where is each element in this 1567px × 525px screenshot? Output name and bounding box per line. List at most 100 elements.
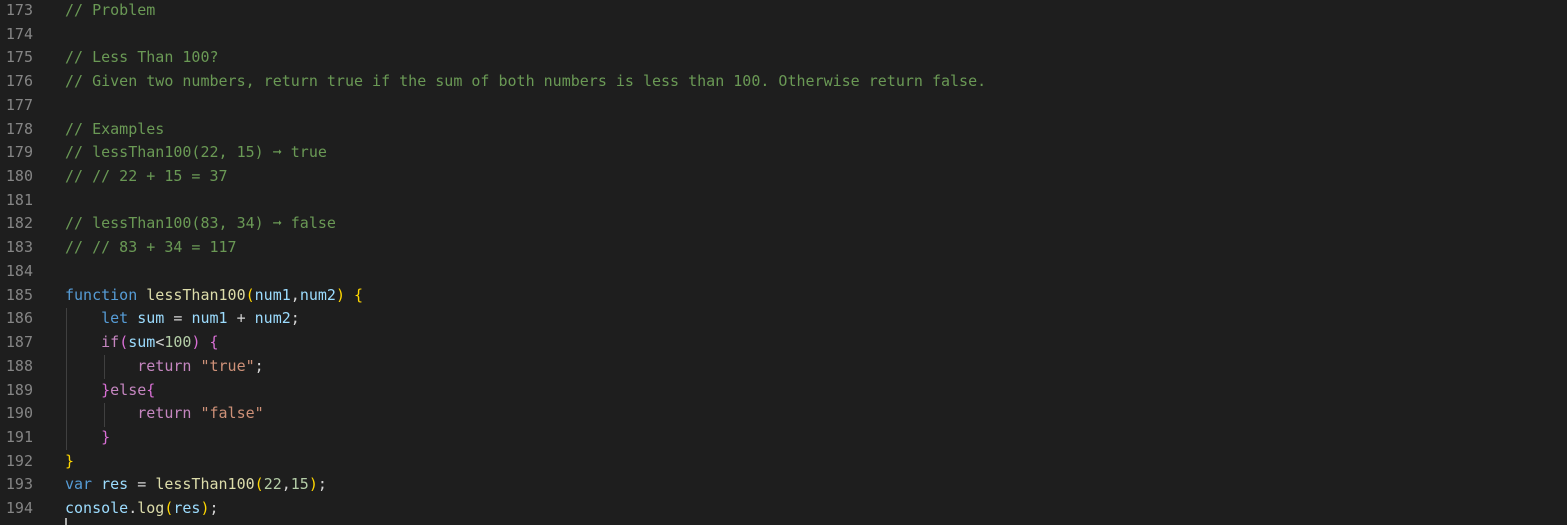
code-token: }	[65, 451, 75, 470]
code-token: // Less Than 100?	[65, 48, 219, 67]
code-token: (	[254, 475, 264, 494]
code-token: {	[354, 285, 364, 304]
code-token: {	[209, 333, 219, 352]
code-token: ;	[254, 356, 264, 375]
code-token: ;	[209, 499, 219, 518]
code-text[interactable]: return "true";	[65, 355, 264, 379]
line-number: 180	[5, 167, 33, 186]
code-token: // // 83 + 34 = 117	[65, 238, 237, 257]
line-number: 183	[5, 238, 33, 257]
code-line[interactable]: 185 function lessThan100(num1,num2) {	[0, 284, 1567, 308]
code-token: 15	[290, 475, 309, 494]
code-line[interactable]: 192}	[0, 450, 1567, 474]
line-number: 179	[5, 143, 33, 162]
code-text[interactable]: return "false"	[65, 402, 264, 426]
code-token: num1	[191, 309, 228, 328]
code-line[interactable]: 176 // Given two numbers, return true if …	[0, 70, 1567, 94]
line-number: 187	[5, 333, 33, 352]
code-token: ;	[317, 475, 327, 494]
code-token: =	[128, 475, 156, 494]
code-line[interactable]: 188 return "true";	[0, 355, 1567, 379]
code-token: sum	[128, 333, 156, 352]
code-text[interactable]: // Problem	[65, 0, 155, 23]
code-editor[interactable]: 173 // Problem 174 175 // Less Than 100? 176 /…	[0, 0, 1567, 525]
code-text[interactable]: var res = lessThan100(22,15);	[65, 473, 327, 497]
line-number: 175	[5, 48, 33, 67]
code-text[interactable]: let sum = num1 + num2;	[65, 307, 300, 331]
code-text[interactable]: }else{	[65, 379, 155, 403]
code-line[interactable]: 178 // Examples	[0, 118, 1567, 142]
code-text[interactable]: }	[65, 450, 74, 474]
code-text[interactable]: // lessThan100(22, 15) ➞ true	[65, 141, 327, 165]
code-line[interactable]: 193 var res = lessThan100(22,15);	[0, 473, 1567, 497]
line-number: 186	[5, 309, 33, 328]
code-text[interactable]: // // 22 + 15 = 37	[65, 165, 228, 189]
code-token: "false"	[200, 404, 264, 423]
code-text[interactable]: // lessThan100(83, 34) ➞ false	[65, 212, 336, 236]
code-token: var	[65, 475, 93, 494]
code-line[interactable]: 175 // Less Than 100?	[0, 46, 1567, 70]
code-token: else	[110, 380, 147, 399]
code-line[interactable]: 187 if(sum<100) {	[0, 331, 1567, 355]
code-text[interactable]: // Examples	[65, 118, 164, 142]
code-token: let	[101, 309, 129, 328]
code-line[interactable]: 184	[0, 260, 1567, 284]
code-token: res	[101, 475, 129, 494]
code-token: sum	[137, 309, 165, 328]
code-text[interactable]: }	[65, 426, 110, 450]
code-text[interactable]: function lessThan100(num1,num2) {	[65, 284, 363, 308]
line-number: 173	[5, 1, 33, 19]
code-line[interactable]: 183 // // 83 + 34 = 117	[0, 236, 1567, 260]
code-token: ,	[281, 475, 291, 494]
line-number: 193	[5, 475, 33, 494]
code-line[interactable]: 173 // Problem	[0, 0, 1567, 23]
code-line[interactable]: 179 // lessThan100(22, 15) ➞ true	[0, 141, 1567, 165]
code-token: )	[335, 285, 345, 304]
code-token: (	[245, 285, 255, 304]
code-token: }	[101, 380, 111, 399]
line-number: 178	[5, 119, 33, 138]
code-token: lessThan100	[146, 285, 246, 304]
code-text[interactable]: if(sum<100) {	[65, 331, 219, 355]
code-text[interactable]: // Less Than 100?	[65, 46, 219, 70]
code-line[interactable]: 189 }else{	[0, 379, 1567, 403]
code-text[interactable]: // // 83 + 34 = 117	[65, 236, 237, 260]
line-number: 185	[5, 285, 33, 304]
code-token: // Examples	[65, 119, 165, 138]
line-number: 192	[5, 451, 33, 470]
code-token: lessThan100	[155, 475, 255, 494]
code-token: // Problem	[65, 1, 156, 19]
code-token: if	[101, 333, 120, 352]
code-line[interactable]: 177	[0, 94, 1567, 118]
code-line[interactable]: 194 console.log(res);	[0, 497, 1567, 521]
code-token: function	[65, 285, 138, 304]
code-token: num1	[254, 285, 291, 304]
line-number: 189	[5, 380, 33, 399]
line-number: 174	[5, 24, 33, 43]
code-line[interactable]: 190 return "false"	[0, 402, 1567, 426]
code-line[interactable]: 180 // // 22 + 15 = 37	[0, 165, 1567, 189]
code-token: num2	[299, 285, 336, 304]
code-token: // lessThan100(22, 15) ➞ true	[65, 143, 327, 162]
code-line[interactable]: 191 }	[0, 426, 1567, 450]
line-number: 184	[5, 261, 33, 280]
code-line[interactable]: 186 let sum = num1 + num2;	[0, 307, 1567, 331]
line-number: 176	[5, 72, 33, 91]
code-line[interactable]: 182 // lessThan100(83, 34) ➞ false	[0, 212, 1567, 236]
line-number: 182	[5, 214, 33, 233]
line-number: 181	[5, 190, 33, 209]
code-text[interactable]: console.log(res);	[65, 497, 219, 521]
code-line[interactable]: 174	[0, 23, 1567, 47]
code-text[interactable]: // Given two numbers, return true if the…	[65, 70, 986, 94]
code-line[interactable]: 181	[0, 189, 1567, 213]
